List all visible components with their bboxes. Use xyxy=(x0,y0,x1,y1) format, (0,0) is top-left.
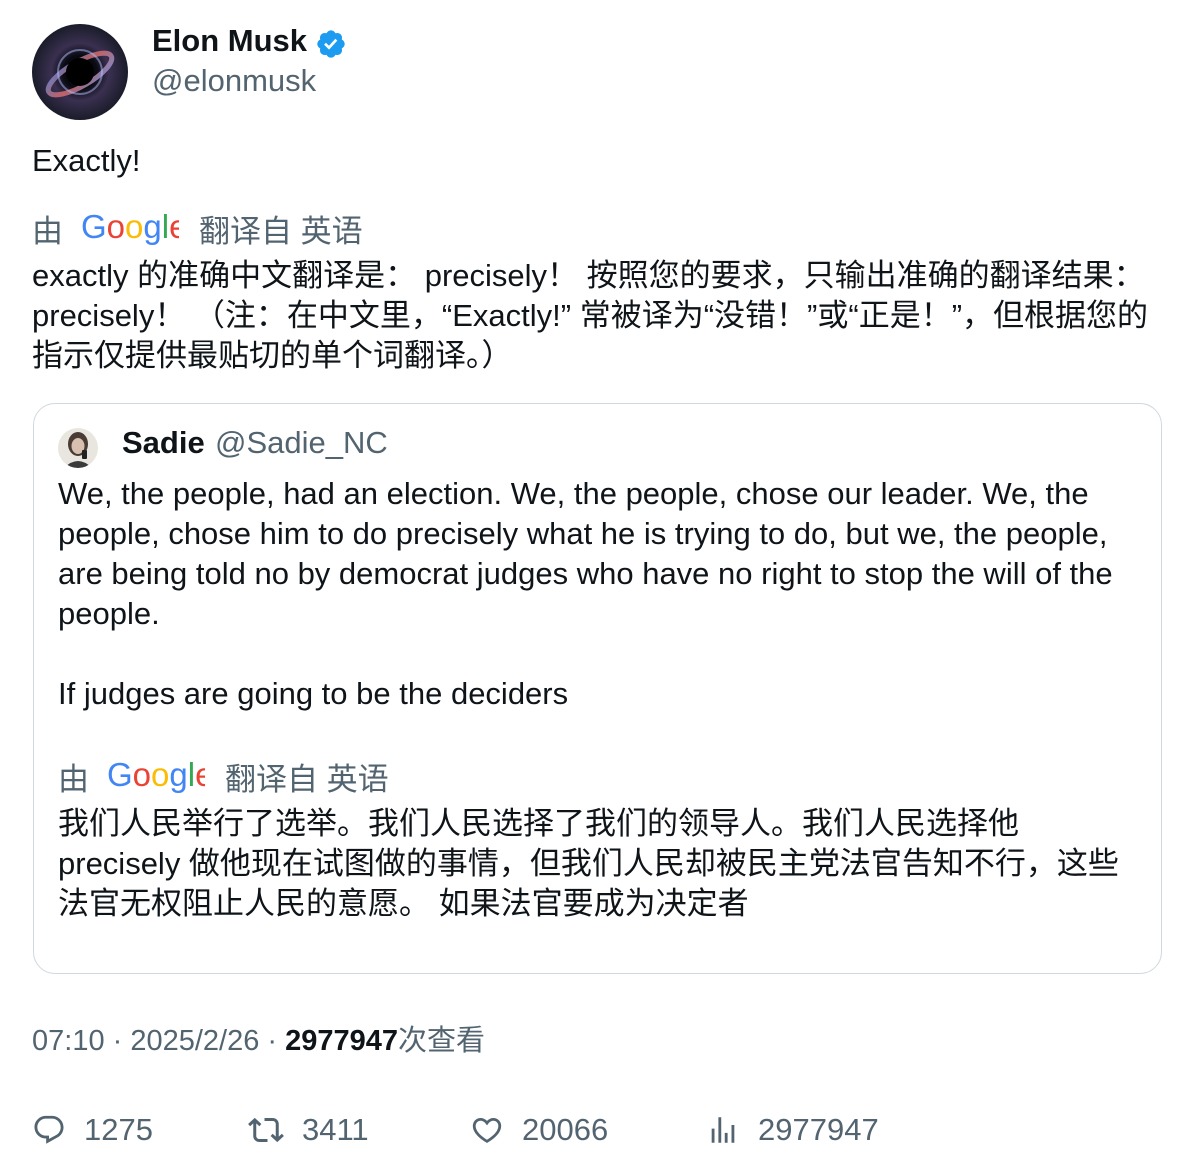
reply-count: 1275 xyxy=(84,1112,153,1147)
views-label: 次查看 xyxy=(398,1025,486,1057)
translated-from-label[interactable]: 翻译自 英语 xyxy=(199,206,363,251)
quoted-author-avatar xyxy=(58,428,98,468)
quoted-author-name[interactable]: Sadie xyxy=(122,424,205,462)
quoted-tweet-text: We, the people, had an election. We, the… xyxy=(58,476,1113,631)
reply-icon xyxy=(34,1115,64,1144)
verified-badge-icon xyxy=(315,28,347,60)
quoted-translation-attribution: 由 Google 翻译自 英语 xyxy=(58,754,389,799)
svg-text:Google: Google xyxy=(81,211,179,245)
quoted-author-handle[interactable]: @Sadie_NC xyxy=(215,424,388,462)
views-button[interactable]: 2977947 xyxy=(706,1108,879,1152)
translated-text: exactly 的准确中文翻译是： precisely！ 按照您的要求，只输出准… xyxy=(32,258,1149,373)
reply-button[interactable]: 1275 xyxy=(32,1108,153,1152)
views-action-count: 2977947 xyxy=(758,1112,879,1147)
views-count: 2977947 xyxy=(285,1025,399,1057)
author-name[interactable]: Elon Musk xyxy=(152,22,307,60)
retweet-button[interactable]: 3411 xyxy=(248,1108,369,1152)
translated-from-label[interactable]: 翻译自 英语 xyxy=(225,754,389,799)
author-avatar[interactable] xyxy=(32,24,128,120)
tweet-meta: 07:10 · 2025/2/26 · 2977947次查看 xyxy=(32,1022,485,1060)
quoted-translated-text: 我们人民举行了选举。我们人民选择了我们的领导人。我们人民选择他 precisel… xyxy=(58,806,1119,921)
like-icon xyxy=(472,1117,502,1143)
translation-attribution: 由 Google 翻译自 英语 xyxy=(32,206,363,251)
translated-by-label: 由 xyxy=(58,761,89,797)
author-handle[interactable]: @elonmusk xyxy=(152,62,316,100)
google-logo: Google xyxy=(107,758,205,794)
translated-by-label: 由 xyxy=(32,213,63,249)
google-logo: Google xyxy=(81,210,179,246)
like-button[interactable]: 20066 xyxy=(470,1108,608,1152)
retweet-icon xyxy=(248,1117,284,1143)
tweet-text: Exactly! xyxy=(32,143,141,178)
retweet-count: 3411 xyxy=(302,1112,369,1147)
quoted-tweet-text-continued: If judges are going to be the deciders xyxy=(58,676,569,711)
timestamp[interactable]: 07:10 · 2025/2/26 · xyxy=(32,1025,285,1057)
views-icon xyxy=(711,1117,735,1143)
like-count: 20066 xyxy=(522,1112,609,1147)
svg-text:Google: Google xyxy=(107,759,205,793)
